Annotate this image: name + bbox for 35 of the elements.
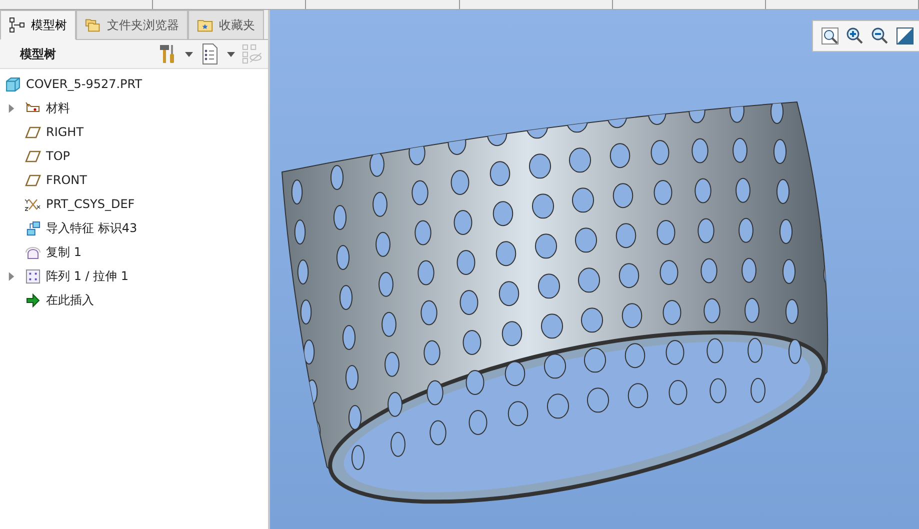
coordinate-system-icon [25, 196, 41, 212]
panel-tab[interactable]: 文件夹浏览器 [76, 10, 188, 40]
folder-star-icon [197, 17, 213, 33]
panel-tab[interactable]: 收藏夹 [188, 10, 264, 40]
import-feature-icon [25, 220, 41, 236]
list-icon[interactable] [200, 43, 220, 65]
arrow-right-icon [25, 292, 41, 308]
zoom-fit-icon[interactable] [821, 27, 839, 45]
tree-item-label[interactable]: 阵列 1 / 拉伸 1 [46, 268, 129, 284]
tree-item-label[interactable]: TOP [46, 149, 70, 163]
tree-item-label[interactable]: 材料 [46, 100, 70, 116]
folders-icon [85, 17, 101, 33]
zoom-in-icon[interactable] [846, 27, 864, 45]
tree-item-label[interactable]: 复制 1 [46, 244, 82, 260]
expand-arrow-icon[interactable] [8, 272, 15, 280]
plane-icon [25, 148, 41, 164]
tree-item-label[interactable]: 在此插入 [46, 292, 94, 308]
pattern-icon [25, 268, 41, 284]
tree-item-label[interactable]: 导入特征 标识43 [46, 220, 138, 236]
cube-icon [5, 76, 21, 92]
panel-title: 模型树 [20, 46, 57, 62]
tree-item-label[interactable]: RIGHT [46, 125, 84, 139]
expand-arrow-icon[interactable] [8, 104, 15, 112]
tree-icon [9, 17, 25, 33]
plane-icon [25, 172, 41, 188]
plane-icon [25, 124, 41, 140]
copy-feature-icon [25, 244, 41, 260]
panel-tab[interactable]: 模型树 [0, 10, 76, 40]
caret-icon[interactable] [185, 52, 193, 56]
caret-icon[interactable] [227, 52, 235, 56]
zoom-out-icon[interactable] [871, 27, 889, 45]
shaded-view-icon[interactable] [896, 27, 914, 45]
tree-item-label[interactable]: FRONT [46, 173, 87, 187]
tree-root-label[interactable]: COVER_5-9527.PRT [26, 77, 142, 91]
tree-item-label[interactable]: PRT_CSYS_DEF [46, 197, 135, 211]
